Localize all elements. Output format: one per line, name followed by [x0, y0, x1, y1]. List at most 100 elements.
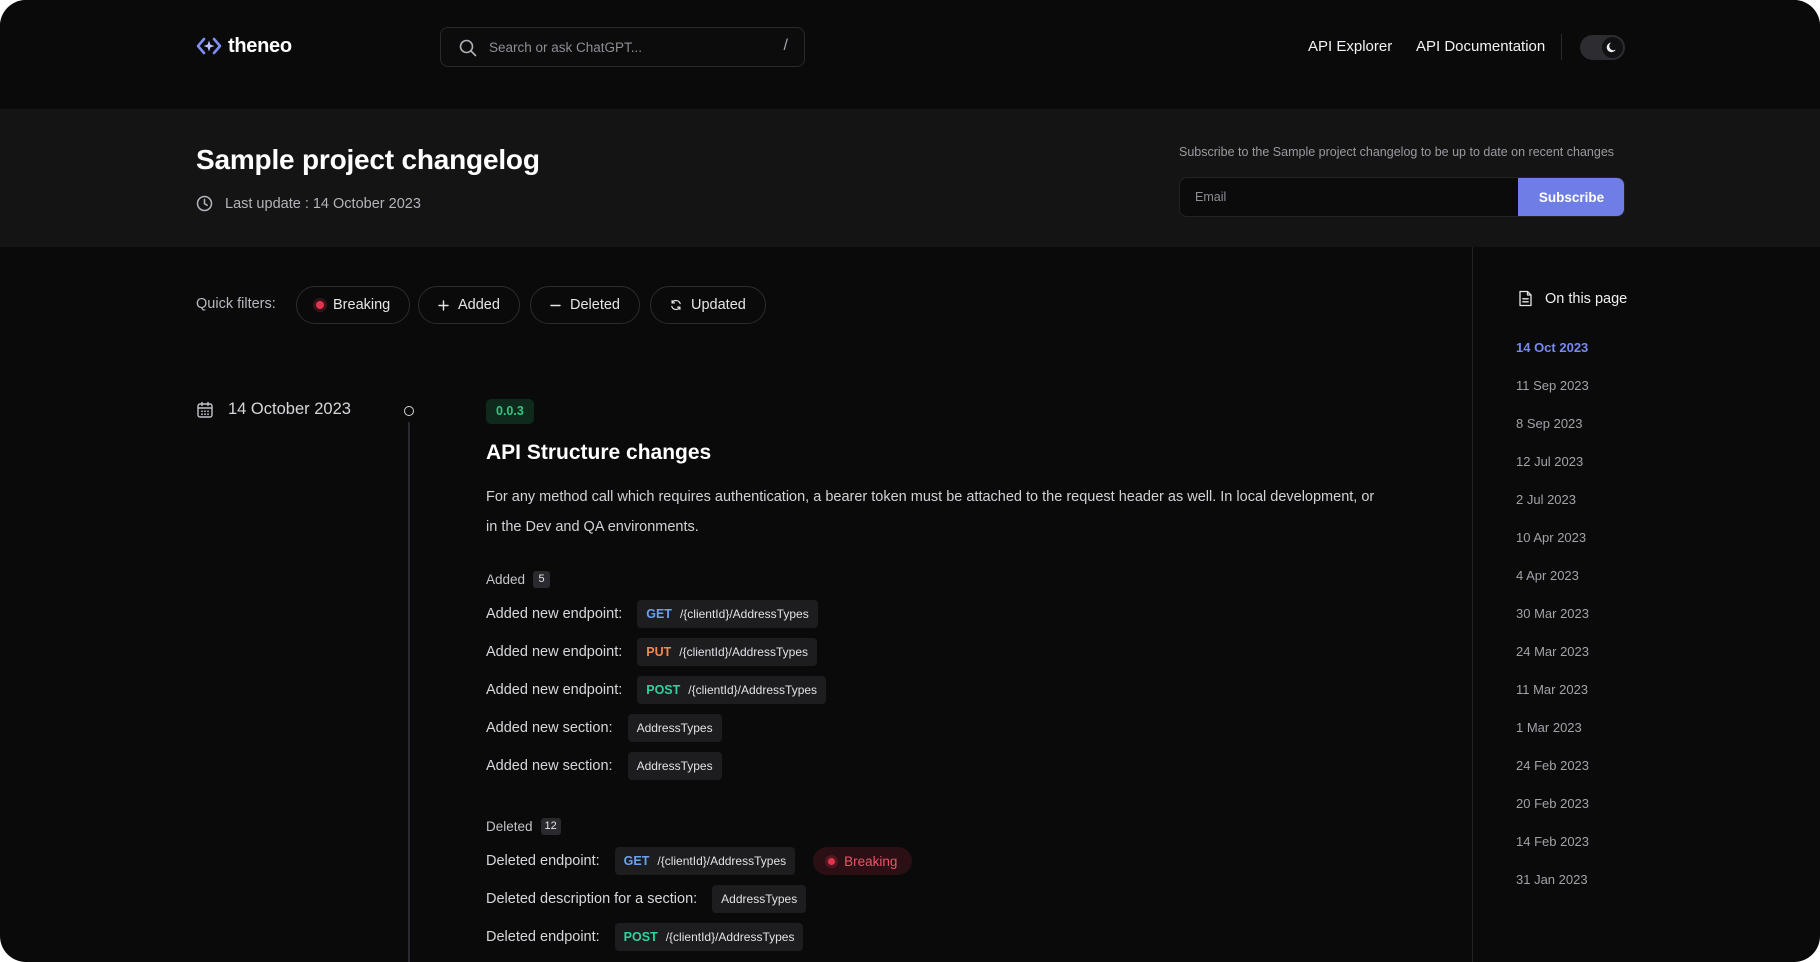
endpoint-tag[interactable]: POST /{clientId}/AddressTypes [637, 676, 827, 704]
toc-item[interactable]: 10 Apr 2023 [1516, 530, 1589, 568]
page-title: Sample project changelog [196, 144, 540, 175]
endpoint-tag[interactable]: POST /{clientId}/AddressTypes [614, 923, 804, 951]
endpoint-tag[interactable]: GET /{clientId}/AddressTypes [614, 847, 796, 875]
change-row: Added new endpoint: PUT /{clientId}/Addr… [486, 637, 817, 667]
quick-filters-label: Quick filters: [196, 296, 276, 312]
change-text: Added new section: [486, 720, 613, 736]
method-put: PUT [646, 645, 672, 659]
change-row: Deleted description for a section: Addre… [486, 884, 807, 914]
toc-item[interactable]: 20 Feb 2023 [1516, 796, 1589, 834]
theneo-logo-icon [196, 37, 222, 55]
nav-api-documentation[interactable]: API Documentation [1416, 38, 1545, 55]
toc-item[interactable]: 11 Sep 2023 [1516, 378, 1589, 416]
deleted-count: 12 [540, 818, 561, 835]
nav-divider [1561, 34, 1562, 60]
section-tag[interactable]: AddressTypes [627, 714, 722, 742]
filter-updated[interactable]: Updated [650, 286, 766, 324]
toc-item[interactable]: 30 Mar 2023 [1516, 606, 1589, 644]
hero-band: Sample project changelog Last update : 1… [0, 109, 1820, 247]
change-text: Added new endpoint: [486, 644, 623, 660]
entry-date: 14 October 2023 [196, 400, 351, 419]
change-text: Added new endpoint: [486, 682, 623, 698]
method-get: GET [646, 607, 672, 621]
change-row: Deleted endpoint: GET /{clientId}/Addres… [486, 846, 913, 876]
moon-icon [1606, 42, 1616, 53]
change-row: Added new endpoint: POST /{clientId}/Add… [486, 675, 827, 705]
endpoint-tag[interactable]: PUT /{clientId}/AddressTypes [637, 638, 817, 666]
breaking-badge: Breaking [813, 847, 913, 875]
section-tag[interactable]: AddressTypes [712, 885, 807, 913]
document-icon [1519, 290, 1532, 307]
change-text: Added new section: [486, 758, 613, 774]
nav-api-explorer[interactable]: API Explorer [1308, 38, 1392, 55]
filter-added-label: Added [458, 297, 500, 313]
toc-item[interactable]: 31 Jan 2023 [1516, 872, 1589, 910]
search-input[interactable] [489, 28, 759, 66]
last-update: Last update : 14 October 2023 [196, 195, 421, 212]
toc-item[interactable]: 14 Feb 2023 [1516, 834, 1589, 872]
subscribe-button[interactable]: Subscribe [1518, 178, 1624, 216]
change-text: Deleted endpoint: [486, 929, 600, 945]
endpoint-path: /{clientId}/AddressTypes [679, 645, 808, 659]
toc-item[interactable]: 11 Mar 2023 [1516, 682, 1589, 720]
toc-item[interactable]: 12 Jul 2023 [1516, 454, 1589, 492]
breaking-badge-label: Breaking [844, 853, 898, 869]
logo-text: theneo [228, 34, 292, 57]
calendar-icon [197, 401, 213, 418]
theme-toggle[interactable] [1580, 35, 1625, 60]
filter-breaking[interactable]: Breaking [296, 286, 411, 324]
theme-knob [1602, 37, 1623, 58]
subscribe-description: Subscribe to the Sample project changelo… [1179, 145, 1615, 159]
search-box[interactable]: / [440, 27, 805, 67]
toc-item[interactable]: 24 Mar 2023 [1516, 644, 1589, 682]
toc-item[interactable]: 4 Apr 2023 [1516, 568, 1589, 606]
change-text: Deleted endpoint: [486, 853, 600, 869]
added-group-label: Added 5 [486, 571, 551, 588]
search-icon [459, 39, 477, 57]
breaking-dot-icon [316, 301, 324, 309]
method-get: GET [623, 854, 650, 868]
top-bar: theneo / API Explorer API Documentation [0, 0, 1820, 109]
toc-item[interactable]: 2 Jul 2023 [1516, 492, 1589, 530]
timeline-line [408, 422, 410, 962]
filter-updated-label: Updated [691, 297, 746, 313]
change-text: Deleted description for a section: [486, 891, 698, 907]
entry-description: For any method call which requires authe… [486, 489, 1375, 535]
entry-title: API Structure changes [486, 441, 712, 464]
deleted-label: Deleted [486, 819, 533, 834]
entry-date-text: 14 October 2023 [228, 400, 351, 418]
change-row: Added new endpoint: GET /{clientId}/Addr… [486, 599, 818, 629]
endpoint-path: /{clientId}/AddressTypes [657, 854, 787, 868]
toc-item[interactable]: 24 Feb 2023 [1516, 758, 1589, 796]
filter-added[interactable]: Added [418, 286, 520, 324]
endpoint-tag[interactable]: GET /{clientId}/AddressTypes [637, 600, 818, 628]
email-field[interactable] [1180, 178, 1520, 216]
added-count: 5 [533, 571, 551, 588]
change-row: Added new section: AddressTypes [486, 751, 722, 781]
sidebar-divider [1472, 247, 1473, 962]
breaking-dot-icon [828, 857, 836, 865]
filter-breaking-label: Breaking [333, 297, 391, 313]
section-tag[interactable]: AddressTypes [627, 752, 722, 780]
deleted-group-label: Deleted 12 [486, 818, 561, 835]
plus-icon [438, 299, 449, 311]
app-window: theneo / API Explorer API Documentation … [0, 0, 1820, 962]
search-shortcut-key: / [783, 37, 788, 54]
change-text: Added new endpoint: [486, 606, 623, 622]
toc-item[interactable]: 8 Sep 2023 [1516, 416, 1589, 454]
endpoint-path: /{clientId}/AddressTypes [665, 930, 795, 944]
toc-title-text: On this page [1545, 290, 1628, 307]
filter-deleted[interactable]: Deleted [530, 286, 640, 324]
toc-item[interactable]: 1 Mar 2023 [1516, 720, 1589, 758]
version-badge: 0.0.3 [486, 399, 534, 424]
toc-title: On this page [1518, 290, 1627, 307]
logo[interactable]: theneo [196, 33, 292, 59]
toc-item[interactable]: 14 Oct 2023 [1516, 340, 1589, 378]
method-post: POST [646, 683, 681, 697]
method-post: POST [623, 930, 658, 944]
clock-icon [196, 195, 213, 212]
toc-list: 14 Oct 2023 11 Sep 2023 8 Sep 2023 12 Ju… [1516, 340, 1589, 910]
change-row: Deleted endpoint: POST /{clientId}/Addre… [486, 922, 804, 952]
refresh-icon [671, 299, 681, 311]
minus-icon [550, 304, 561, 306]
